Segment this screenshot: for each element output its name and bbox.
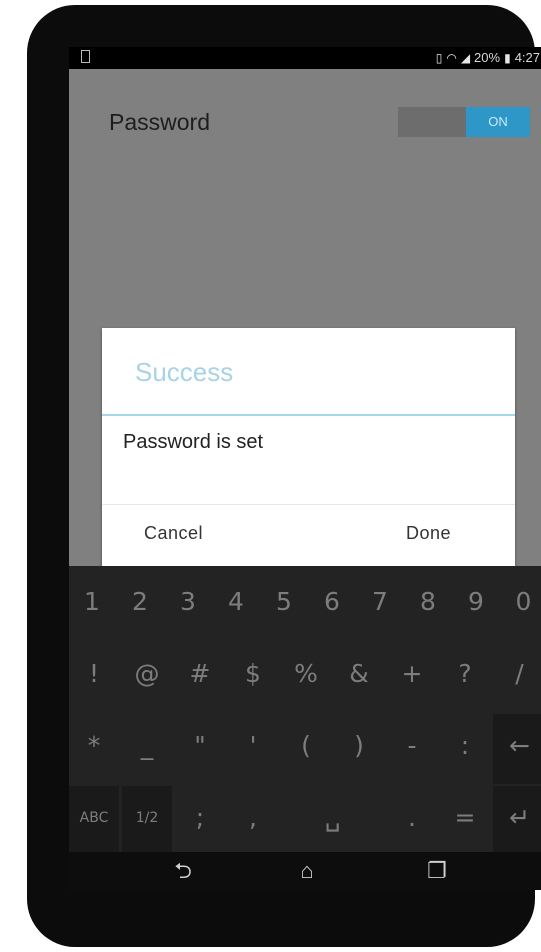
key-4[interactable]: 4 (213, 570, 259, 640)
key-period[interactable]: . (387, 786, 437, 856)
done-button[interactable]: Done (406, 523, 451, 544)
sim-icon (81, 50, 90, 63)
key-colon[interactable]: : (440, 714, 490, 784)
key-ampersand[interactable]: & (334, 642, 384, 712)
key-dollar[interactable]: $ (228, 642, 278, 712)
key-6[interactable]: 6 (309, 570, 355, 640)
key-hash[interactable]: # (175, 642, 225, 712)
phone-frame: ▯ ◠ ◢ 20% ▮ 4:27 Password ON Success Pas… (27, 5, 541, 947)
key-2[interactable]: 2 (117, 570, 163, 640)
key-question[interactable]: ? (440, 642, 490, 712)
key-5[interactable]: 5 (261, 570, 307, 640)
key-9[interactable]: 9 (453, 570, 499, 640)
status-icons: ▯ ◠ ◢ 20% ▮ 4:27 (436, 50, 540, 65)
enter-icon[interactable]: ↵ (493, 786, 541, 856)
dialog-message: Password is set (123, 431, 264, 453)
key-equals[interactable]: = (440, 786, 490, 856)
key-open-paren[interactable]: ( (281, 714, 331, 784)
keyboard: 1 2 3 4 5 6 7 8 9 0 ! @ # $ % & + ? / * … (69, 566, 541, 856)
key-comma[interactable]: , (228, 786, 278, 856)
key-asterisk[interactable]: * (69, 714, 119, 784)
key-7[interactable]: 7 (357, 570, 403, 640)
home-icon[interactable]: ⌂ (287, 858, 327, 884)
navigation-bar: ⮌ ⌂ ❐ (69, 852, 541, 890)
key-8[interactable]: 8 (405, 570, 451, 640)
password-toggle[interactable]: ON (398, 107, 530, 137)
signal-icon: ◢ (460, 50, 471, 65)
battery-percent: 20% (474, 50, 501, 65)
recents-icon[interactable]: ❐ (417, 858, 457, 884)
key-at[interactable]: @ (122, 642, 172, 712)
battery-icon: ▮ (504, 50, 511, 65)
key-percent[interactable]: % (281, 642, 331, 712)
status-bar: ▯ ◠ ◢ 20% ▮ 4:27 (69, 47, 541, 69)
key-double-quote[interactable]: " (175, 714, 225, 784)
clock: 4:27 (514, 50, 540, 65)
key-underscore[interactable]: _ (122, 714, 172, 784)
keyboard-row-bottom: ABC 1/2 ; , ␣ . = ↵ (69, 786, 541, 858)
key-semicolon[interactable]: ; (175, 786, 225, 856)
backspace-icon[interactable]: ← (493, 714, 541, 784)
dialog-divider (102, 414, 515, 416)
wifi-icon: ◠ (446, 50, 457, 65)
key-abc[interactable]: ABC (69, 786, 119, 856)
dialog-button-divider (102, 504, 515, 505)
keyboard-row-numbers: 1 2 3 4 5 6 7 8 9 0 (69, 570, 541, 642)
success-dialog: Success Password is set Cancel Done (102, 328, 515, 566)
spacebar[interactable]: ␣ (281, 786, 384, 856)
key-plus[interactable]: + (387, 642, 437, 712)
toggle-on-label: ON (466, 107, 530, 137)
key-3[interactable]: 3 (165, 570, 211, 640)
key-close-paren[interactable]: ) (334, 714, 384, 784)
key-1[interactable]: 1 (69, 570, 115, 640)
keyboard-row-symbols: ! @ # $ % & + ? / (69, 642, 541, 714)
password-setting-label: Password (109, 109, 210, 135)
key-minus[interactable]: - (387, 714, 437, 784)
vibrate-icon: ▯ (435, 50, 443, 65)
cancel-button[interactable]: Cancel (144, 523, 203, 544)
key-0[interactable]: 0 (501, 570, 541, 640)
screen: ▯ ◠ ◢ 20% ▮ 4:27 Password ON Success Pas… (69, 47, 541, 890)
key-slash[interactable]: / (493, 642, 541, 712)
back-icon[interactable]: ⮌ (163, 858, 203, 884)
key-single-quote[interactable]: ' (228, 714, 278, 784)
key-exclamation[interactable]: ! (69, 642, 119, 712)
key-page-toggle[interactable]: 1/2 (122, 786, 172, 856)
keyboard-row-punct: * _ " ' ( ) - : ← (69, 714, 541, 786)
dialog-title: Success (135, 357, 234, 387)
